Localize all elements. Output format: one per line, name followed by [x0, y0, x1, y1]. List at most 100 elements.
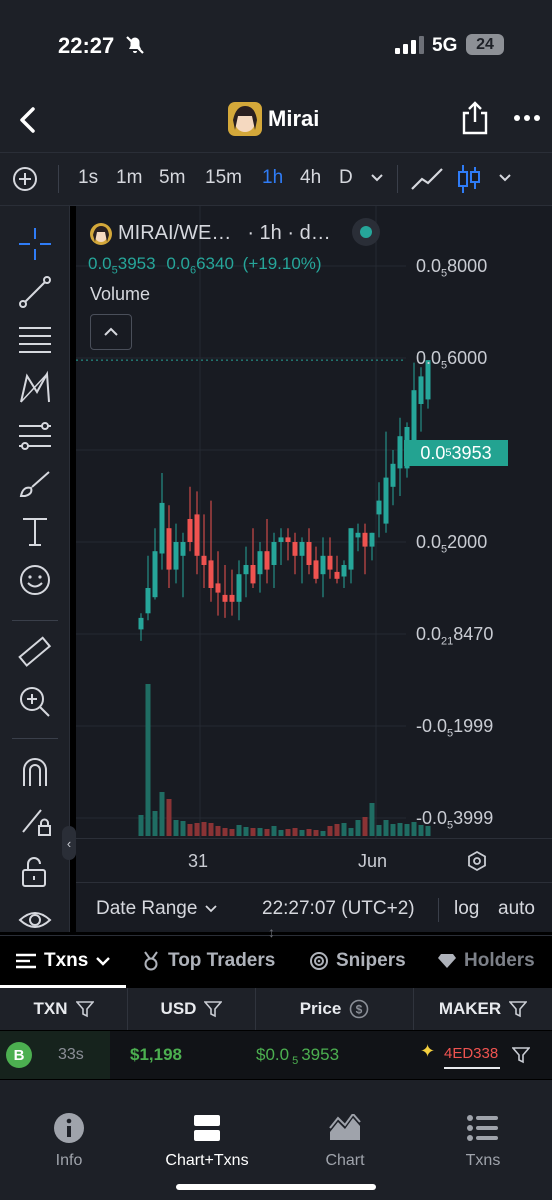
volume-bar: [187, 824, 193, 836]
volume-bar: [208, 823, 214, 836]
volume-bar: [215, 826, 221, 836]
tab-txns[interactable]: Txns: [16, 950, 111, 972]
nav-chart[interactable]: Chart: [276, 1080, 414, 1170]
zoom-in-icon[interactable]: [17, 684, 53, 720]
volume-bar: [320, 831, 326, 836]
col-maker[interactable]: MAKER: [414, 988, 552, 1030]
candle-body: [362, 532, 368, 547]
volume-bar: [180, 821, 186, 836]
tab-holders[interactable]: Holders: [438, 950, 535, 972]
chart-settings-icon[interactable]: [466, 850, 488, 872]
candle-body: [236, 574, 242, 602]
maker-address[interactable]: 4ED338: [444, 1045, 498, 1062]
maker-filter-icon[interactable]: [512, 1046, 530, 1064]
horizontal-lines-icon[interactable]: [17, 322, 53, 358]
volume-bar: [383, 820, 389, 836]
chevron-down-icon[interactable]: [370, 173, 384, 183]
date-range-button[interactable]: Date Range: [96, 898, 218, 920]
volume-bar: [397, 823, 403, 836]
live-dot-badge[interactable]: [352, 218, 380, 246]
volume-bar: [257, 828, 263, 836]
txn-age: 33s: [58, 1046, 84, 1063]
resize-handle[interactable]: ↕: [268, 924, 275, 940]
fib-levels-icon[interactable]: [17, 418, 53, 454]
legend-interval: · 1h · d…: [247, 222, 331, 244]
candles-icon[interactable]: [456, 163, 482, 195]
tf-1m[interactable]: 1m: [116, 167, 142, 189]
volume-bar: [299, 830, 305, 836]
log-scale-toggle[interactable]: log: [454, 898, 479, 920]
tf-4h[interactable]: 4h: [300, 167, 321, 189]
candle-body: [180, 542, 186, 556]
trend-line-icon[interactable]: [17, 274, 53, 310]
pattern-icon[interactable]: [17, 370, 53, 406]
chart-type-chevron-icon[interactable]: [498, 173, 512, 183]
tf-15m[interactable]: 15m: [205, 167, 242, 189]
candle-body: [348, 528, 354, 570]
add-indicator-icon[interactable]: [12, 166, 38, 192]
nav-txns[interactable]: Txns: [414, 1080, 552, 1170]
status-bar: 22:27 5G 24: [0, 0, 552, 92]
volume-bar: [229, 829, 235, 836]
target-icon: [310, 952, 328, 970]
candle-body: [152, 551, 158, 598]
back-icon[interactable]: [16, 106, 40, 134]
tf-1h[interactable]: 1h: [262, 167, 283, 189]
volume-bar: [334, 824, 340, 836]
volume-bar: [264, 829, 270, 836]
emoji-icon[interactable]: [17, 562, 53, 598]
chevron-down-icon: [205, 905, 218, 913]
candle-body: [159, 502, 165, 554]
sparkles-icon: ✦: [420, 1041, 436, 1061]
auto-scale-toggle[interactable]: auto: [498, 898, 535, 920]
x-tick-label: Jun: [358, 851, 388, 871]
lock-drawing-icon[interactable]: [17, 804, 53, 840]
candle-body: [355, 532, 361, 538]
tf-d[interactable]: D: [339, 167, 353, 189]
list-icon: [16, 953, 36, 969]
brush-icon[interactable]: [17, 466, 53, 502]
live-dot-icon: [360, 226, 372, 238]
dollar-circle-icon: $: [349, 999, 369, 1019]
table-row[interactable]: B 33s $1,198 $0.0 5 3953 ✦ 4ED338: [0, 1031, 552, 1079]
col-txn[interactable]: TXN: [0, 988, 128, 1030]
chart-area[interactable]: MIRAI/WE… · 1h · d… 0.053953 0.066340 (+…: [76, 206, 552, 932]
text-icon[interactable]: [17, 514, 53, 550]
nav-chart-txns[interactable]: Chart+Txns: [138, 1080, 276, 1170]
tab-top-traders[interactable]: Top Traders: [142, 950, 275, 972]
tf-1s[interactable]: 1s: [78, 167, 98, 189]
split-view-icon: [194, 1115, 220, 1141]
tf-5m[interactable]: 5m: [159, 167, 185, 189]
bottom-nav: Info Chart+Txns Chart Txns: [0, 1080, 552, 1200]
col-usd[interactable]: USD: [128, 988, 256, 1030]
chevron-up-icon: [104, 327, 118, 336]
eye-icon[interactable]: [17, 902, 53, 938]
candle-body: [306, 542, 312, 565]
magnet-icon[interactable]: [17, 754, 53, 790]
tab-snipers[interactable]: Snipers: [310, 950, 406, 972]
share-icon[interactable]: [460, 100, 490, 136]
txn-price: $0.0 5 3953: [256, 1045, 340, 1068]
ruler-icon[interactable]: [17, 634, 53, 670]
candle-body: [418, 376, 424, 404]
volume-label: Volume: [90, 284, 151, 304]
drawing-toolbar: [0, 206, 70, 932]
candle-body: [334, 571, 340, 579]
crosshair-icon[interactable]: [17, 226, 53, 262]
y-tick-label: -0.053999: [416, 808, 494, 832]
candle-body: [376, 500, 382, 515]
line-chart-icon[interactable]: [410, 167, 444, 191]
more-icon[interactable]: [514, 114, 540, 122]
candle-body: [313, 560, 319, 579]
y-tick-label: 0.058000: [416, 256, 488, 280]
candle-body: [285, 537, 291, 542]
collapse-toolbar-handle[interactable]: ‹: [62, 826, 76, 860]
col-price[interactable]: Price $: [256, 988, 414, 1030]
candle-body: [201, 555, 207, 565]
candle-body: [397, 436, 403, 469]
collapse-legend-button[interactable]: [90, 314, 132, 350]
candle-body: [390, 463, 396, 487]
candle-body: [383, 477, 389, 524]
unlock-icon[interactable]: [17, 854, 53, 890]
nav-info[interactable]: Info: [0, 1080, 138, 1170]
